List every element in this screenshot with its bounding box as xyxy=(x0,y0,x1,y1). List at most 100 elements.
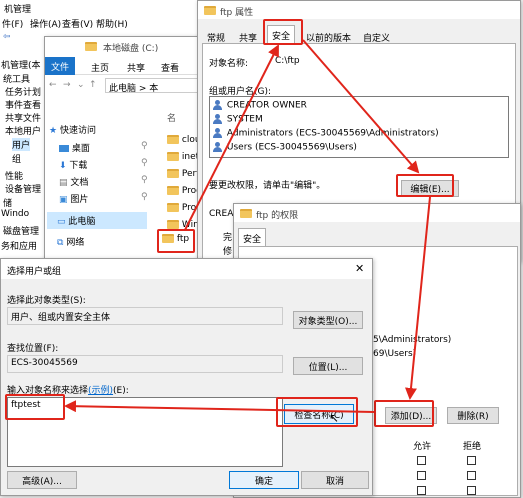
folder-icon xyxy=(162,234,174,243)
menu-help[interactable]: 帮助(H) xyxy=(96,17,128,30)
object-name-input[interactable]: ftptest xyxy=(7,397,283,467)
permission-row-label: 完 xyxy=(223,233,233,243)
deny-checkbox[interactable] xyxy=(467,456,476,465)
ribbon-tab-home[interactable]: 主页 xyxy=(91,61,109,74)
tree-item[interactable]: 组 xyxy=(12,152,21,165)
cancel-button[interactable]: 取消 xyxy=(301,471,369,489)
chevron-down-icon[interactable]: ⌄ xyxy=(77,80,85,90)
nav-desktop-label: 桌面 xyxy=(71,144,90,154)
tab-security[interactable]: 安全 xyxy=(267,25,296,43)
nav-pictures[interactable]: ▣ 图片 xyxy=(59,192,88,205)
nav-this-pc[interactable]: ▭ 此电脑 xyxy=(47,212,147,229)
location-button-label: 位置(L)... xyxy=(308,362,348,373)
mgmt-menubar: 件(F) 操作(A) 查看(V) 帮助(H) xyxy=(0,15,200,30)
folder-item[interactable]: Perf xyxy=(167,169,199,179)
user-list-item-label: SYSTEM xyxy=(226,114,263,125)
menu-view[interactable]: 查看(V) xyxy=(62,17,93,30)
properties-title: ftp 属性 xyxy=(220,8,254,18)
folder-item[interactable]: clou xyxy=(167,135,201,145)
select-title: 选择用户或组 xyxy=(7,267,62,277)
nav-network[interactable]: ⧉ 网络 xyxy=(57,235,84,248)
allow-checkbox[interactable] xyxy=(417,471,426,480)
user-list-item[interactable]: Users (ECS-30045569\Users) xyxy=(212,142,357,153)
tree-item[interactable]: 磁盘管理 xyxy=(3,224,39,237)
nav-network-label: 网络 xyxy=(66,238,85,248)
pin-icon: ⚲ xyxy=(141,141,148,151)
object-name-input-text: ftptest xyxy=(11,400,41,410)
mgmt-titlebar: 机管理 xyxy=(0,0,200,15)
user-list-item[interactable]: SYSTEM xyxy=(212,114,263,125)
document-icon: ▤ xyxy=(59,178,68,188)
allow-column-header: 允许 xyxy=(413,442,432,452)
forward-arrow-icon[interactable]: → xyxy=(63,80,71,90)
user-list-item[interactable]: CREATOR OWNER xyxy=(212,100,307,111)
add-button[interactable]: 添加(D)... xyxy=(385,407,437,424)
nav-quick-access[interactable]: ★ 快速访问 xyxy=(49,123,96,136)
tree-item[interactable]: 储 xyxy=(3,196,12,209)
advanced-button[interactable]: 高级(A)... xyxy=(7,471,77,489)
user-group-icon xyxy=(212,128,224,138)
tab-security-perm-label: 安全 xyxy=(243,235,262,245)
location-button[interactable]: 位置(L)... xyxy=(293,357,363,375)
menu-file[interactable]: 件(F) xyxy=(2,17,23,30)
tree-item[interactable]: 统工具 xyxy=(3,72,30,85)
tab-security-perm[interactable]: 安全 xyxy=(238,228,267,246)
deny-column-header: 拒绝 xyxy=(463,442,482,452)
ribbon-tab-view[interactable]: 查看 xyxy=(161,61,179,74)
allow-checkbox[interactable] xyxy=(417,486,426,495)
object-type-label: 选择此对象类型(S): xyxy=(7,296,86,306)
tree-item[interactable]: Windo xyxy=(1,209,29,219)
deny-checkbox[interactable] xyxy=(467,486,476,495)
user-group-icon xyxy=(212,114,224,124)
address-text: 此电脑 > 本 xyxy=(109,84,159,93)
mgmt-tree: 机管理(本 统工具 任务计划 事件查看 共享文件 本地用户 用户 组 性能 设备… xyxy=(0,54,44,264)
edit-button[interactable]: 编辑(E)... xyxy=(401,180,459,197)
explorer-title: 本地磁盘 (C:) xyxy=(103,44,159,54)
computer-icon: ▭ xyxy=(57,217,66,227)
folder-icon xyxy=(167,152,179,161)
tree-item[interactable]: 本地用户 xyxy=(5,124,41,137)
object-type-button[interactable]: 对象类型(O)... xyxy=(293,311,363,329)
select-titlebar: 选择用户或组 ✕ xyxy=(1,259,372,279)
tree-item[interactable]: 事件查看 xyxy=(5,98,41,111)
ribbon-tab-share[interactable]: 共享 xyxy=(127,61,145,74)
tree-item[interactable]: 设备管理 xyxy=(5,182,41,195)
nav-desktop[interactable]: 桌面 xyxy=(59,141,90,154)
pin-icon: ⚲ xyxy=(141,175,148,185)
tree-item[interactable]: 用户 xyxy=(12,138,31,151)
remove-button[interactable]: 删除(R) xyxy=(447,407,499,424)
user-group-icon xyxy=(212,100,224,110)
tree-item[interactable]: 共享文件 xyxy=(5,111,41,124)
ok-button-label: 确定 xyxy=(254,476,273,487)
properties-titlebar: ftp 属性 xyxy=(198,1,520,19)
deny-checkbox[interactable] xyxy=(467,471,476,480)
folder-item-ftp[interactable]: ftp xyxy=(162,234,189,244)
ribbon-tab-file[interactable]: 文件 xyxy=(45,57,75,75)
nav-documents-label: 文档 xyxy=(70,178,89,188)
back-arrow-icon[interactable]: ← xyxy=(49,80,57,90)
navigation-pane: ★ 快速访问 桌面 ⬇ 下载 ▤ 文档 ▣ 图片 ▭ 此电脑 ⧉ 网络 ⚲ ⚲ … xyxy=(45,97,150,262)
menu-action[interactable]: 操作(A) xyxy=(30,17,61,30)
star-icon: ★ xyxy=(49,126,58,136)
check-names-button[interactable]: 检查名称(C) xyxy=(284,404,354,424)
tree-item[interactable]: 任务计划 xyxy=(5,85,41,98)
folder-item[interactable]: Win xyxy=(167,220,199,230)
user-list-item[interactable]: Administrators (ECS-30045569\Administrat… xyxy=(212,128,439,139)
nav-downloads[interactable]: ⬇ 下载 xyxy=(59,158,87,171)
back-arrow-icon[interactable]: ⇦ xyxy=(3,32,11,42)
nav-documents[interactable]: ▤ 文档 xyxy=(59,175,88,188)
tree-item[interactable]: 性能 xyxy=(5,169,23,182)
folder-item[interactable]: inet xyxy=(167,152,199,162)
column-header-name[interactable]: 名 xyxy=(167,111,176,124)
folder-ftp-label: ftp xyxy=(176,234,190,244)
ok-button[interactable]: 确定 xyxy=(229,471,299,489)
tree-item[interactable]: 机管理(本 xyxy=(1,58,41,71)
tree-item[interactable]: 务和应用 xyxy=(1,239,37,252)
up-arrow-icon[interactable]: ↑ xyxy=(89,80,97,90)
nav-downloads-label: 下载 xyxy=(69,161,88,171)
examples-link[interactable]: (示例) xyxy=(88,386,113,396)
nav-pictures-label: 图片 xyxy=(70,195,89,205)
download-icon: ⬇ xyxy=(59,161,67,171)
allow-checkbox[interactable] xyxy=(417,456,426,465)
close-icon[interactable]: ✕ xyxy=(355,262,364,275)
